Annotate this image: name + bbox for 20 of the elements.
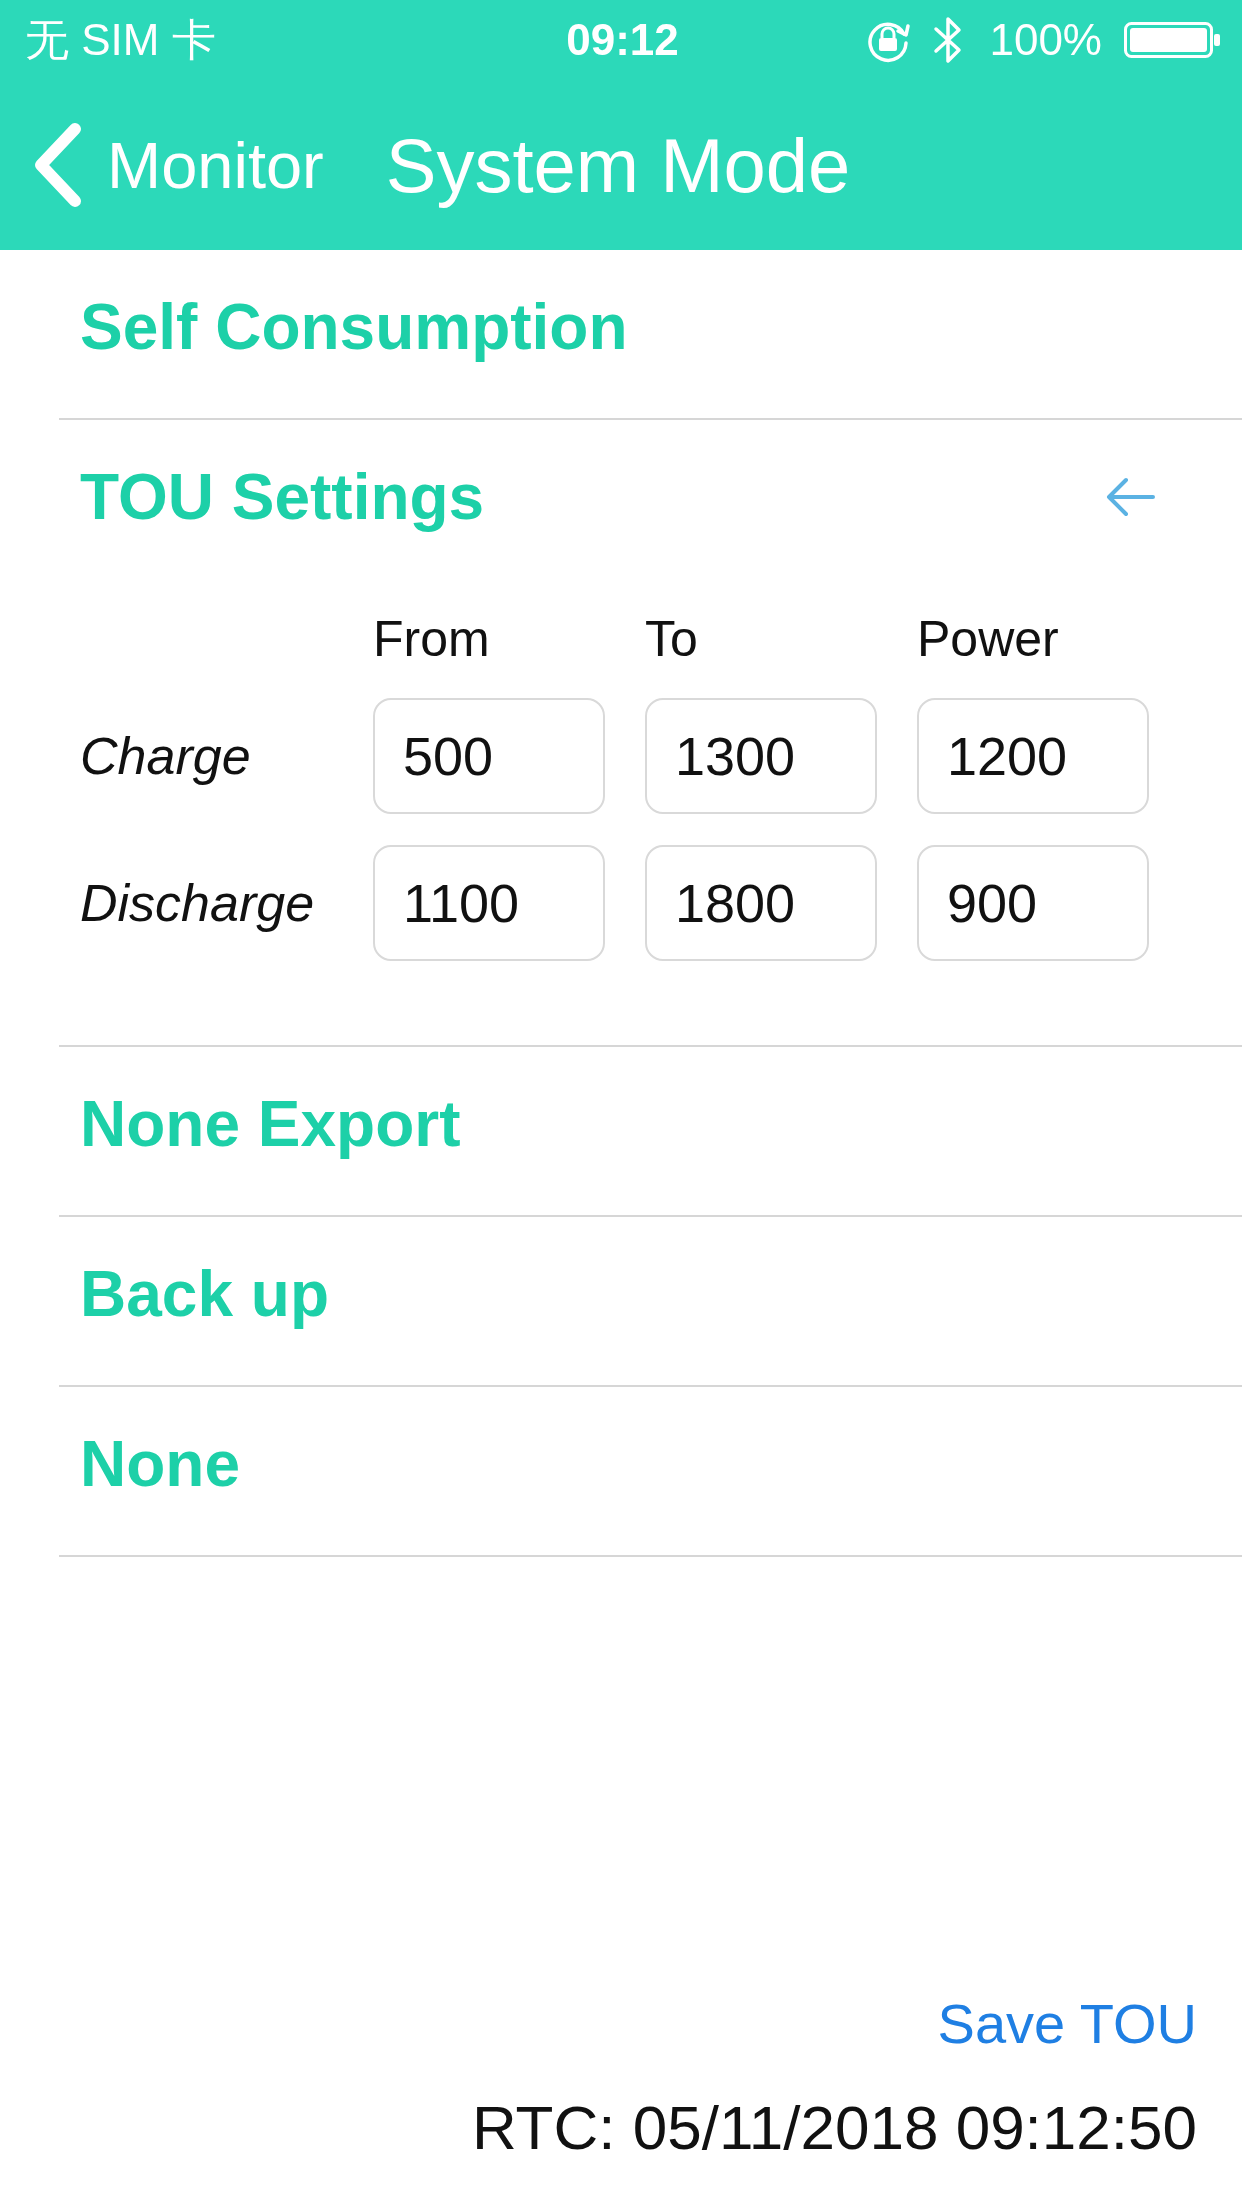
input-field[interactable]: 1200 <box>917 698 1149 814</box>
carrier-text: 无 SIM 卡 <box>25 13 216 66</box>
column-header: From <box>373 611 490 667</box>
input-field[interactable]: 1800 <box>645 845 877 961</box>
input-field[interactable]: 900 <box>917 845 1149 961</box>
battery-percent: 100% <box>989 15 1102 65</box>
bluetooth-icon <box>933 15 964 65</box>
input-field[interactable]: 1100 <box>373 845 605 961</box>
row-label: Charge <box>80 726 251 786</box>
left-arrow-icon[interactable] <box>1104 476 1156 518</box>
battery-icon <box>1124 22 1220 58</box>
column-header: Power <box>917 611 1059 667</box>
input-field[interactable]: 1300 <box>645 698 877 814</box>
status-time: 09:12 <box>566 15 679 65</box>
nav-title: System Mode <box>385 121 851 209</box>
rtc-timestamp: RTC: 05/11/2018 09:12:50 <box>471 2092 1197 2164</box>
column-header: To <box>645 611 698 667</box>
save-button[interactable]: Save TOU <box>937 1993 1197 2055</box>
input-field[interactable]: 500 <box>373 698 605 814</box>
row-label: Discharge <box>80 873 315 933</box>
